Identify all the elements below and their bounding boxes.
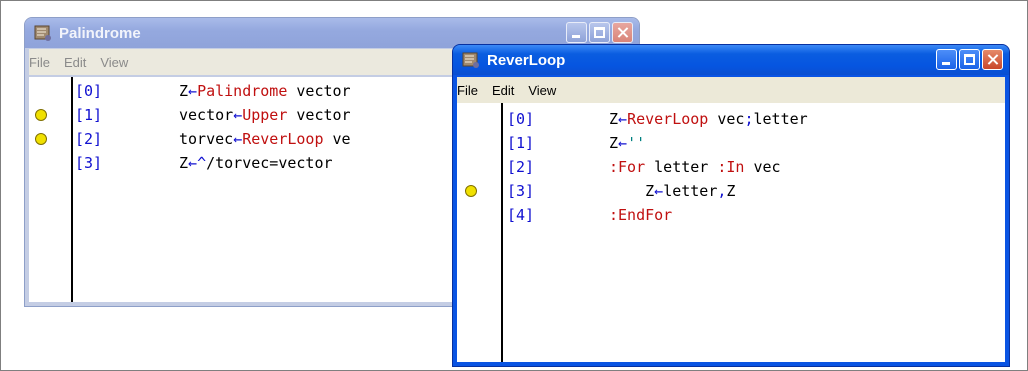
code-token: Palindrome <box>197 82 288 100</box>
code-token: ve <box>323 130 351 148</box>
code-token: ReverLoop <box>627 110 709 128</box>
line-number: [1] <box>75 106 103 124</box>
code-token: letter <box>663 182 718 200</box>
code-token: ← <box>654 182 664 200</box>
breakpoint-marker[interactable] <box>465 185 477 197</box>
code-token: letter <box>753 110 808 128</box>
code-line[interactable]: Z←'' <box>609 131 645 155</box>
code-line[interactable]: vector←Upper vector <box>179 103 351 127</box>
code-token: :For <box>609 158 646 176</box>
code-token: torvec <box>179 130 234 148</box>
code-token: Z <box>726 182 736 200</box>
code-token: ← <box>618 134 628 152</box>
code-editor[interactable]: [0] Z←ReverLoop vec;letter [1] Z←'' [2]:For … <box>457 103 1005 362</box>
code-line[interactable]: Z←^/torvec=vector <box>179 151 333 175</box>
code-token: ← <box>233 106 243 124</box>
close-icon[interactable] <box>982 49 1003 70</box>
menu-bar: File Edit View <box>457 77 1005 103</box>
close-icon[interactable] <box>612 22 633 43</box>
code-token: vector <box>287 106 351 124</box>
code-token: Z <box>609 134 619 152</box>
caption-buttons <box>936 49 1003 70</box>
line-number: [1] <box>507 134 535 152</box>
line-number: [3] <box>75 154 103 172</box>
menu-file[interactable]: File <box>29 55 50 70</box>
gutter-divider <box>501 103 503 362</box>
code-token: Z <box>645 182 655 200</box>
code-line[interactable]: Z←ReverLoop vec;letter <box>609 107 808 131</box>
code-line[interactable]: torvec←ReverLoop ve <box>179 127 351 151</box>
reverloop-titlebar[interactable]: ReverLoop <box>453 45 1009 75</box>
code-token: ← <box>618 110 628 128</box>
function-editor-icon <box>34 25 51 41</box>
menu-edit[interactable]: Edit <box>64 55 86 70</box>
code-line[interactable]: :EndFor <box>609 203 672 227</box>
code-line[interactable]: Z←letter,Z <box>609 179 735 203</box>
maximize-icon[interactable] <box>589 22 610 43</box>
code-token: Upper <box>242 106 288 124</box>
code-token: :In <box>717 158 745 176</box>
menu-file[interactable]: File <box>457 83 478 98</box>
code-token: /torvec=vector <box>206 154 333 172</box>
function-editor-icon <box>462 52 479 68</box>
code-token: vec <box>708 110 745 128</box>
code-token: Z <box>179 154 189 172</box>
code-token: Z <box>609 110 619 128</box>
line-number: [0] <box>507 110 535 128</box>
code-token: ; <box>744 110 754 128</box>
gutter-divider <box>71 77 73 302</box>
maximize-icon[interactable] <box>959 49 980 70</box>
code-line[interactable]: Z←Palindrome vector <box>179 79 351 103</box>
minimize-icon[interactable] <box>566 22 587 43</box>
line-number: [2] <box>507 158 535 176</box>
caption-buttons <box>566 22 633 43</box>
menu-view[interactable]: View <box>100 55 128 70</box>
minimize-icon[interactable] <box>936 49 957 70</box>
line-number: [2] <box>75 130 103 148</box>
code-token: vec <box>744 158 781 176</box>
line-number: [0] <box>75 82 103 100</box>
code-token: vector <box>179 106 234 124</box>
menu-edit[interactable]: Edit <box>492 83 514 98</box>
code-token: vector <box>287 82 351 100</box>
code-token: Z <box>179 82 189 100</box>
window-title: Palindrome <box>59 24 141 42</box>
code-token: ← <box>188 154 198 172</box>
menu-view[interactable]: View <box>528 83 556 98</box>
code-token: ^ <box>197 154 207 172</box>
code-line[interactable]: :For letter :In vec <box>609 155 781 179</box>
window-title: ReverLoop <box>487 51 566 69</box>
code-token: ← <box>233 130 243 148</box>
code-token: '' <box>627 134 646 152</box>
breakpoint-marker[interactable] <box>35 133 47 145</box>
code-token: letter <box>645 158 718 176</box>
line-number: [3] <box>507 182 535 200</box>
code-token: ← <box>188 82 198 100</box>
code-token: :EndFor <box>609 206 673 224</box>
reverloop-window[interactable]: ReverLoop File Edit View [0] Z←ReverLoop … <box>452 44 1010 367</box>
code-token: ReverLoop <box>242 130 324 148</box>
breakpoint-marker[interactable] <box>35 109 47 121</box>
line-number: [4] <box>507 206 535 224</box>
